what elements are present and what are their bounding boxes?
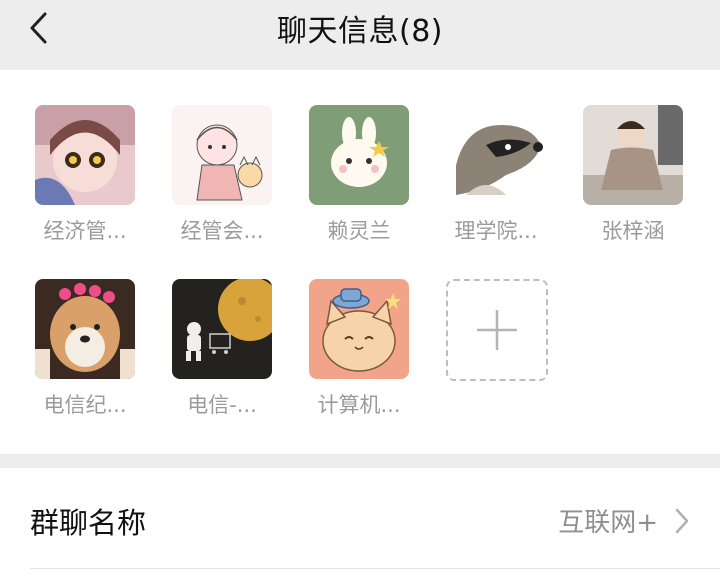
group-name-row[interactable]: 群聊名称 互联网+ (0, 468, 720, 585)
member-item[interactable]: 电信-... (152, 279, 292, 419)
group-name-label: 群聊名称 (30, 506, 147, 540)
member-grid: 经济管... 经管会... 赖灵兰 理学院... 张梓涵 电信纪... 电信-.… (0, 70, 720, 454)
astronaut-moon-avatar (172, 279, 272, 379)
raccoon-avatar (446, 105, 546, 205)
anime-girl-avatar (35, 105, 135, 205)
member-item[interactable]: 赖灵兰 (289, 105, 429, 245)
chevron-right-icon (675, 508, 689, 534)
member-name: 赖灵兰 (327, 219, 391, 243)
section-separator (0, 454, 720, 468)
group-name-value: 互联网+ (558, 508, 658, 538)
member-name: 经管会... (180, 219, 264, 243)
member-name: 张梓涵 (601, 219, 665, 243)
member-item[interactable]: 张梓涵 (563, 105, 703, 245)
member-item[interactable]: 经管会... (152, 105, 292, 245)
cat-hat-avatar (309, 279, 409, 379)
member-name: 计算机... (317, 393, 401, 417)
member-name: 电信-... (187, 393, 257, 417)
member-item[interactable]: 经济管... (15, 105, 155, 245)
page-title: 聊天信息(8) (277, 14, 443, 49)
member-item[interactable]: 计算机... (289, 279, 429, 419)
member-name: 理学院... (454, 219, 538, 243)
plus-icon (477, 310, 517, 350)
add-member-button[interactable] (446, 279, 548, 381)
member-name: 电信纪... (43, 393, 127, 417)
divider (30, 568, 720, 569)
back-button[interactable] (20, 10, 56, 46)
chevron-left-icon (30, 12, 47, 44)
member-item[interactable]: 电信纪... (15, 279, 155, 419)
member-item[interactable]: 理学院... (426, 105, 566, 245)
member-name: 经济管... (43, 219, 127, 243)
header-bar: 聊天信息(8) (0, 0, 720, 70)
baby-photo-avatar (583, 105, 683, 205)
bunny-avatar (309, 105, 409, 205)
shiba-dog-avatar (35, 279, 135, 379)
sketch-girl-cat-avatar (172, 105, 272, 205)
